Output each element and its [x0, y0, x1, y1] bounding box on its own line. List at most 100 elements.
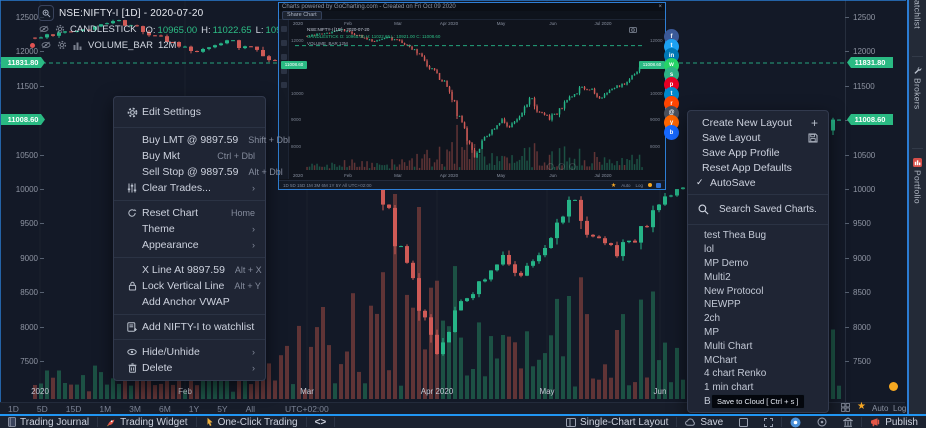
- saved-chart-item[interactable]: MP: [688, 326, 828, 340]
- popup-tool-icon[interactable]: [281, 26, 287, 32]
- bank-columns-icon: [843, 417, 853, 427]
- gear-icon[interactable]: [56, 40, 67, 51]
- one-click-trading-button[interactable]: One-Click Trading: [197, 416, 306, 428]
- tab-share-chart[interactable]: Share Chart: [282, 11, 322, 20]
- menu-item-hide-unhide[interactable]: Hide/Unhide›: [114, 344, 265, 360]
- save-button[interactable]: Save: [677, 416, 731, 428]
- ohlc-open-value: 10965.00: [158, 25, 198, 36]
- popup-tool-icon[interactable]: [281, 40, 287, 46]
- menu-item-save-app-profile[interactable]: Save App Profile: [688, 145, 828, 160]
- timeframe-6m[interactable]: 6M: [159, 404, 171, 414]
- popup-timeframes: 1D 5D 15D 1M 3M 6M 1Y 5Y All UTC+02:00: [283, 183, 372, 188]
- saved-chart-item[interactable]: lol: [688, 243, 828, 257]
- grid-settings-icon[interactable]: [841, 403, 850, 412]
- chart-share-popup: Charts powered by GoCharting.com - Creat…: [278, 2, 666, 190]
- single-chart-layout-button[interactable]: Single-Chart Layout: [558, 416, 676, 428]
- menu-item-sell-stop[interactable]: Sell Stop @ 9897.59Alt + Dbl: [114, 164, 265, 180]
- saved-chart-item[interactable]: Multi2: [688, 270, 828, 284]
- star-icon[interactable]: ★: [857, 401, 866, 412]
- popup-auto[interactable]: Auto: [621, 183, 630, 188]
- popup-tool-icon[interactable]: [281, 82, 287, 88]
- tab-portfolio[interactable]: Portfolio: [909, 158, 926, 204]
- journal-icon: [8, 417, 16, 427]
- menu-label: Theme: [142, 223, 175, 235]
- eye-off-icon[interactable]: [38, 24, 49, 35]
- price-tick: 9000: [853, 254, 871, 263]
- menu-item-lock-vertical-line[interactable]: Lock Vertical LineAlt + Y: [114, 278, 265, 294]
- eye-off-icon[interactable]: [40, 40, 51, 51]
- gocharting-app: 1250012000115001100010500100009500900085…: [0, 0, 926, 428]
- menu-item-x-line[interactable]: X Line At 9897.59Alt + X: [114, 262, 265, 278]
- saved-chart-item[interactable]: Multi Chart: [688, 339, 828, 353]
- close-icon[interactable]: ×: [658, 4, 662, 10]
- timeframe-15d[interactable]: 15D: [66, 404, 82, 414]
- timeframe-3m[interactable]: 3M: [129, 404, 141, 414]
- plus-icon: +: [801, 116, 818, 130]
- menu-item-edit-settings[interactable]: Edit Settings: [114, 101, 265, 123]
- saved-chart-item[interactable]: test Thea Bug: [688, 229, 828, 243]
- saved-chart-item[interactable]: MP Demo: [688, 257, 828, 271]
- trading-widget-button[interactable]: Trading Widget: [98, 416, 195, 428]
- menu-item-reset-chart[interactable]: Reset ChartHome: [114, 205, 265, 221]
- menu-shortcut: Home: [221, 208, 255, 218]
- menu-item-create-new-layout[interactable]: Create New Layout+: [688, 115, 828, 130]
- symbol-title: NSE:NIFTY-I [1D] - 2020-07-20: [59, 8, 203, 19]
- publish-button[interactable]: Publish: [862, 416, 926, 428]
- menu-item-add-to-watchlist[interactable]: Add NIFTY-I to watchlist: [114, 319, 265, 335]
- log-scale-toggle[interactable]: Log: [893, 404, 906, 413]
- timeframe-5y[interactable]: 5Y: [217, 404, 227, 414]
- popup-tool-icon[interactable]: [281, 54, 287, 60]
- button-label: Publish: [885, 417, 918, 428]
- code-snippet-button[interactable]: <>: [307, 416, 335, 428]
- menu-item-delete[interactable]: Delete›: [114, 360, 265, 376]
- price-tick: 8500: [2, 288, 38, 297]
- fullscreen-button[interactable]: [756, 416, 781, 428]
- saved-chart-item[interactable]: 2ch: [688, 312, 828, 326]
- timeframe-1d[interactable]: 1D: [8, 404, 19, 414]
- popup-header: Charts powered by GoCharting.com - Creat…: [279, 3, 665, 11]
- eye-icon: [122, 348, 142, 356]
- camera-icon[interactable]: [629, 26, 637, 33]
- timeframe-1y[interactable]: 1Y: [189, 404, 199, 414]
- menu-item-autosave[interactable]: ✓AutoSave: [688, 175, 828, 190]
- menu-item-save-layout[interactable]: Save Layout: [688, 130, 828, 145]
- trading-journal-button[interactable]: Trading Journal: [0, 416, 97, 428]
- frame-button[interactable]: [731, 416, 756, 428]
- share-behance-icon[interactable]: b: [664, 125, 679, 140]
- price-tick: 12500: [853, 13, 875, 22]
- menu-item-add-anchor-vwap[interactable]: Add Anchor VWAP: [114, 294, 265, 310]
- saved-chart-item[interactable]: NEWPP: [688, 298, 828, 312]
- bottom-toolbar: Trading Journal Trading Widget One-Click…: [0, 414, 926, 428]
- menu-label: Save Layout: [702, 132, 760, 144]
- tab-watchlist[interactable]: Watchlist: [909, 0, 926, 50]
- saved-chart-item[interactable]: 1 min chart: [688, 381, 828, 395]
- popup-log[interactable]: Log: [635, 183, 643, 188]
- menu-item-appearance[interactable]: Appearance›: [114, 237, 265, 253]
- snapshot-button[interactable]: [782, 416, 809, 428]
- menu-item-buy-lmt[interactable]: Buy LMT @ 9897.59Shift + Dbl: [114, 132, 265, 148]
- zoom-icon[interactable]: [38, 5, 54, 21]
- menu-shortcut: Shift + Dbl: [238, 135, 290, 145]
- price-tick: 7500: [2, 357, 38, 366]
- star-icon[interactable]: ★: [611, 182, 616, 189]
- menu-item-clear-trades[interactable]: Clear Trades...›: [114, 180, 265, 196]
- saved-chart-item[interactable]: New Protocol: [688, 284, 828, 298]
- search-saved-charts-input[interactable]: Search Saved Charts.: [688, 199, 828, 220]
- saved-chart-item[interactable]: MChart: [688, 353, 828, 367]
- gear-icon[interactable]: [54, 24, 65, 35]
- ohlc-high-value: 11022.65: [213, 25, 252, 36]
- saved-chart-item[interactable]: 4 chart Renko: [688, 367, 828, 381]
- trash-icon: [122, 363, 142, 373]
- tab-brokers[interactable]: Brokers: [909, 66, 926, 109]
- menu-item-theme[interactable]: Theme›: [114, 221, 265, 237]
- timeframe-5d[interactable]: 5D: [37, 404, 48, 414]
- timeframe-1m[interactable]: 1M: [99, 404, 111, 414]
- target-button[interactable]: [809, 416, 835, 428]
- auto-scale-toggle[interactable]: Auto: [872, 404, 888, 413]
- exchange-button[interactable]: [835, 416, 861, 428]
- timeframe-all[interactable]: All: [246, 404, 255, 414]
- menu-item-reset-app-defaults[interactable]: Reset App Defaults: [688, 160, 828, 175]
- button-label: Trading Widget: [120, 417, 187, 428]
- check-icon: ✓: [696, 177, 710, 188]
- menu-item-buy-mkt[interactable]: Buy MktCtrl + Dbl: [114, 148, 265, 164]
